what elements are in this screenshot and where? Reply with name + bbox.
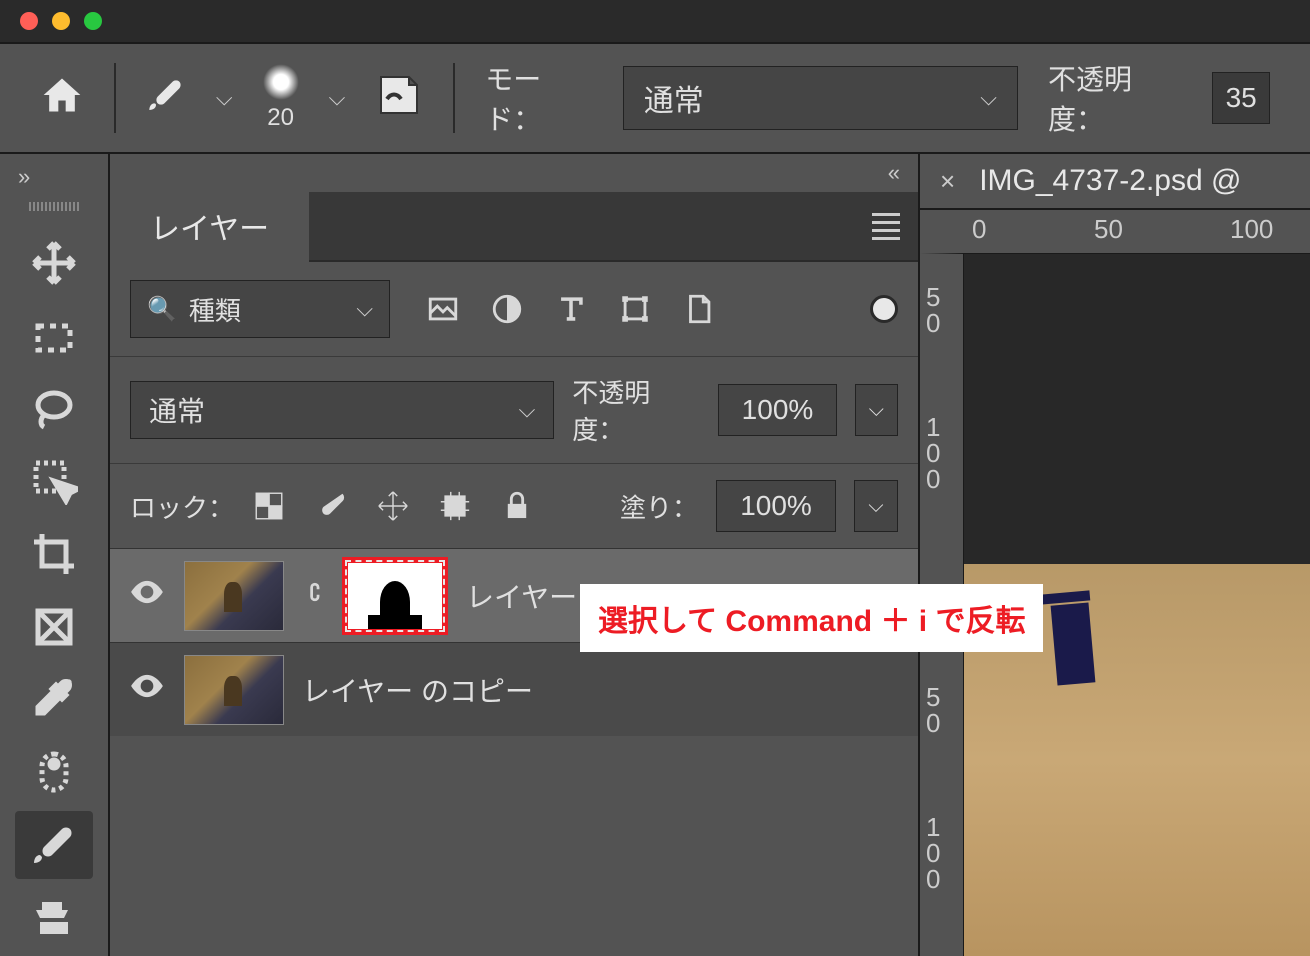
horizontal-ruler[interactable]: 0 50 100 [920,210,1310,254]
chevron-down-icon: ⌵ [980,85,997,111]
filter-pixel-icon[interactable] [426,292,460,326]
chevron-down-icon: ⌵ [519,397,536,423]
tool-preset-picker[interactable] [146,75,186,122]
lock-image-icon[interactable] [314,489,348,523]
brush-tool[interactable] [15,811,93,880]
close-window-button[interactable] [20,12,38,30]
ruler-tick: 50 [1094,214,1123,245]
lasso-tool[interactable] [15,374,93,443]
brush-preview-icon [263,64,299,100]
fill-value-input[interactable]: 100% [716,480,836,532]
blend-mode-value: 通常 [644,76,704,120]
minimize-window-button[interactable] [52,12,70,30]
tools-panel: » [0,154,110,956]
move-tool[interactable] [15,229,93,298]
maximize-window-button[interactable] [84,12,102,30]
layer-row[interactable]: レイヤー のコピー [110,642,918,736]
expand-icon[interactable]: » [18,164,30,190]
ruler-tick: 100 [1230,214,1273,245]
filter-smartobject-icon[interactable] [682,292,716,326]
opacity-label: 不透明度： [1048,58,1182,138]
clone-stamp-tool[interactable] [15,883,93,952]
object-selection-tool[interactable] [15,447,93,516]
document-area: × IMG_4737-2.psd @ 0 50 100 50 100 50 10… [920,154,1310,956]
layer-blend-mode-select[interactable]: 通常 ⌵ [130,381,554,439]
layer-thumbnail[interactable] [184,655,284,725]
ruler-tick: 0 [972,214,986,245]
filter-toggle[interactable] [870,295,898,323]
ruler-tick: 100 [926,814,940,892]
tool-options-bar: ⌵ 20 ⌵ モード： 通常 ⌵ 不透明度： 35 [0,44,1310,154]
layer-opacity-input[interactable]: 100% [718,384,836,436]
close-document-button[interactable]: × [940,166,955,197]
lock-label: ロック： [130,488,234,525]
brush-settings-button[interactable] [375,71,423,126]
filter-type-value: 種類 [189,291,241,328]
window-titlebar [0,0,1310,42]
visibility-toggle[interactable] [128,667,166,712]
lock-artboard-icon[interactable] [438,489,472,523]
mask-link-icon[interactable] [302,577,324,614]
fill-label: 塗り： [620,488,698,525]
brush-preset-picker[interactable]: 20 [263,64,299,132]
image-object [1051,602,1096,685]
panel-grip[interactable] [29,202,79,211]
instruction-annotation: 選択して Command ＋ i で反転 [580,584,1043,652]
brush-size-value: 20 [267,104,294,132]
filter-type-icon[interactable] [554,292,588,326]
collapse-icon[interactable]: « [888,160,900,186]
layer-opacity-label: 不透明度： [572,373,700,447]
chevron-down-icon[interactable]: ⌵ [329,85,346,111]
filter-adjustment-icon[interactable] [490,292,524,326]
chevron-down-icon[interactable]: ⌵ [854,480,898,532]
layer-blend-mode-value: 通常 [149,390,205,430]
opacity-value-input[interactable]: 35 [1212,72,1270,124]
crop-tool[interactable] [15,520,93,589]
panel-menu-button[interactable] [872,213,900,240]
layer-mask-thumbnail[interactable] [342,557,448,635]
chevron-down-icon[interactable]: ⌵ [855,384,898,436]
chevron-down-icon: ⌵ [356,296,373,322]
marquee-tool[interactable] [15,302,93,371]
layer-filter-type-select[interactable]: 🔍 種類 ⌵ [130,280,390,338]
chevron-down-icon[interactable]: ⌵ [216,85,233,111]
layer-name[interactable]: レイヤー のコピー [302,670,533,710]
layer-name[interactable]: レイヤー [466,576,577,616]
document-title[interactable]: IMG_4737-2.psd @ [979,164,1241,198]
ruler-tick: 50 [926,284,940,336]
home-button[interactable] [40,73,84,124]
layers-tab[interactable]: レイヤー [110,186,309,266]
eyedropper-tool[interactable] [15,665,93,734]
ruler-tick: 50 [926,684,940,736]
filter-shape-icon[interactable] [618,292,652,326]
healing-brush-tool[interactable] [15,738,93,807]
blend-mode-label: モード： [485,58,593,138]
lock-position-icon[interactable] [376,489,410,523]
layers-panel: « レイヤー 🔍 種類 ⌵ 通常 ⌵ [110,154,920,956]
frame-tool[interactable] [15,592,93,661]
lock-transparency-icon[interactable] [252,489,286,523]
visibility-toggle[interactable] [128,573,166,618]
ruler-tick: 100 [926,414,940,492]
search-icon: 🔍 [147,295,177,324]
lock-all-icon[interactable] [500,489,534,523]
layer-thumbnail[interactable] [184,561,284,631]
blend-mode-select[interactable]: 通常 ⌵ [623,66,1018,130]
